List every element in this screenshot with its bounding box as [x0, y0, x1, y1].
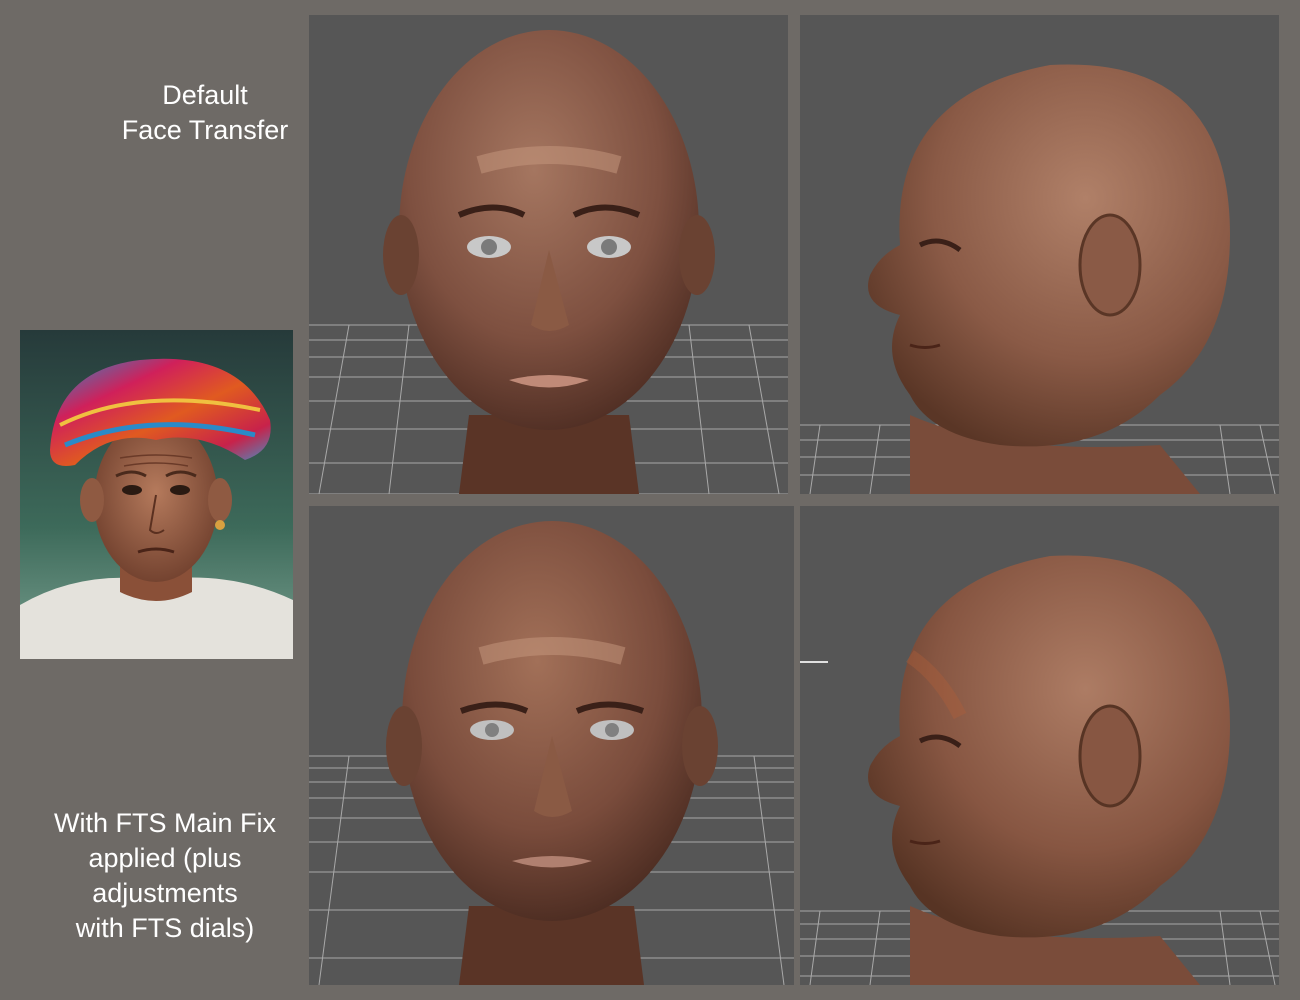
reference-photo	[20, 330, 293, 659]
viewport-front-default	[309, 15, 788, 494]
front-head-render-fixed	[309, 521, 794, 985]
caption-fts-main-fix: With FTS Main Fix applied (plus adjustme…	[53, 808, 276, 943]
viewport-side-default	[800, 15, 1279, 494]
reference-portrait-image	[20, 330, 293, 659]
viewport-side-fixed	[800, 506, 1279, 985]
front-head-render-default	[309, 30, 788, 494]
caption-default-face-transfer: Default Face Transfer	[121, 80, 289, 145]
viewport-front-fixed	[309, 506, 794, 985]
side-head-render-fixed	[800, 555, 1279, 985]
side-head-render-default	[800, 64, 1279, 494]
